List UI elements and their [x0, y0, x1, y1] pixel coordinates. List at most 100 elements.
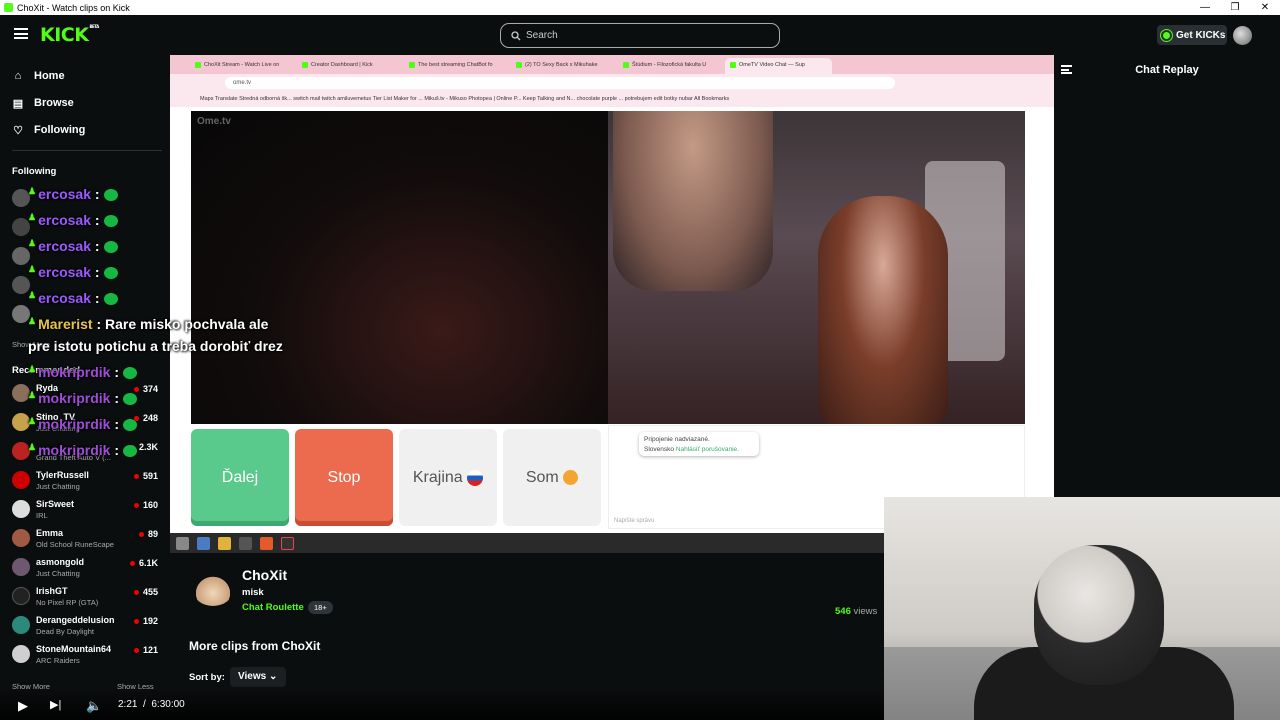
overlay-chat-line: ♟ ercosak :: [28, 238, 118, 254]
menu-icon[interactable]: [14, 28, 28, 39]
overlay-chat-user: ercosak: [38, 264, 92, 280]
sort-value: Views: [238, 671, 267, 682]
get-kicks-label: Get KICKs: [1176, 29, 1226, 41]
overlay-chat-line: ♟ ercosak :: [28, 186, 118, 202]
nav-browse[interactable]: ▤ Browse: [12, 93, 74, 113]
browser-tab-active: OmeTV Video Chat — Sup: [725, 58, 832, 74]
kicks-coin-icon: [1161, 29, 1172, 41]
chat-badge-icon: ♟: [28, 186, 37, 196]
avatar: [12, 471, 30, 489]
overlay-chat-message: :: [94, 238, 100, 254]
browser-tab: ChoXit Stream - Watch Live on: [190, 58, 297, 74]
window-controls: — ❐ ✕: [1190, 0, 1280, 15]
avatar: [12, 616, 30, 634]
overlay-chat-line: ♟ mokriprdik :: [28, 416, 137, 432]
recommended-item[interactable]: StoneMountain64 ARC Raiders 121: [12, 642, 162, 669]
camera-person-standing: [613, 111, 773, 291]
maximize-button[interactable]: ❐: [1220, 0, 1250, 15]
clip-views: 546 views: [835, 606, 877, 617]
ometv-next-button: Ďalej: [191, 429, 289, 526]
ometv-logo: Ome.tv: [197, 116, 231, 127]
channel-category: Just Chatting: [36, 482, 80, 491]
viewer-count: 591: [133, 471, 158, 481]
viewer-count: 160: [133, 500, 158, 510]
chevron-down-icon: ⌄: [268, 671, 278, 682]
live-dot-icon: [138, 532, 144, 538]
channel-name: TylerRussell: [36, 470, 89, 480]
search-placeholder: Search: [526, 30, 558, 41]
recommended-item[interactable]: Emma Old School RuneScape 89: [12, 526, 162, 553]
next-icon[interactable]: ▶|: [50, 698, 61, 711]
channel-category: Old School RuneScape: [36, 540, 114, 549]
search-icon: [511, 30, 521, 40]
viewer-count: 192: [133, 616, 158, 626]
recommended-item[interactable]: asmongold Just Chatting 6.1K: [12, 555, 162, 582]
more-clips-header: More clips from ChoXit: [189, 639, 321, 653]
recommended-item[interactable]: IrishGT No Pixel RP (GTA) 455: [12, 584, 162, 611]
volume-icon[interactable]: 🔈: [86, 698, 102, 714]
kick-logo[interactable]: KICKBETA: [40, 24, 99, 46]
channel-avatar[interactable]: [193, 574, 233, 606]
emote-icon: [103, 215, 118, 228]
search-input[interactable]: Search: [500, 23, 780, 48]
channel-name: SirSweet: [36, 499, 75, 509]
avatar: [12, 587, 30, 605]
live-dot-icon: [133, 619, 139, 625]
views-label: views: [853, 606, 878, 617]
overlay-chat-line: ♟ mokriprdik :: [28, 364, 137, 380]
get-kicks-button[interactable]: Get KICKs: [1157, 25, 1227, 45]
overlay-chat-user: ercosak: [38, 186, 92, 202]
channel-category: Dead By Daylight: [36, 627, 94, 636]
viewer-count: 374: [133, 384, 158, 394]
sort-dropdown[interactable]: Views ⌄: [230, 667, 286, 687]
recommended-item[interactable]: SirSweet IRL 160: [12, 497, 162, 524]
slovakia-flag-icon: [467, 469, 484, 486]
overlay-chat-message: pre istotu potichu a treba dorobiť drez: [28, 338, 283, 354]
chat-badge-icon: ♟: [28, 416, 37, 426]
live-dot-icon: [133, 590, 139, 596]
avatar: [12, 529, 30, 547]
window-titlebar: ChoXit - Watch clips on Kick — ❐ ✕: [0, 0, 1280, 15]
webcam-person-head: [1034, 545, 1164, 685]
player-controls: ▶ ▶| 🔈 2:21 / 6:30:00: [0, 690, 884, 720]
woman-emoji-icon: [563, 470, 579, 485]
ometv-country-label: Krajina: [412, 468, 463, 486]
overlay-chat-user: mokriprdik: [38, 364, 111, 380]
clip-category-link[interactable]: Chat Roulette: [242, 602, 304, 613]
overlay-chat-user: ercosak: [38, 290, 92, 306]
nav-following[interactable]: ♡ Following: [12, 120, 85, 140]
live-dot-icon: [133, 503, 139, 509]
chat-badge-icon: ♟: [28, 212, 37, 222]
play-icon[interactable]: ▶: [18, 698, 28, 714]
video-player[interactable]: ChoXit Stream - Watch Live on Creator Da…: [170, 55, 1054, 535]
ometv-country-button: Krajina: [399, 429, 497, 526]
time-separator: /: [143, 699, 146, 710]
chat-replay-panel: Chat Replay: [1054, 55, 1280, 497]
views-count: 546: [835, 606, 851, 617]
viewer-count: 89: [138, 529, 158, 539]
age-restriction-badge: 18+: [308, 601, 333, 614]
recommended-item[interactable]: Derangeddelusion Dead By Daylight 192: [12, 613, 162, 640]
overlay-chat-user: ercosak: [38, 212, 92, 228]
player-timecode: 2:21 / 6:30:00: [118, 699, 185, 710]
stream-browser-url: ome.tv: [225, 77, 895, 89]
ometv-stop-button: Stop: [295, 429, 393, 526]
viewer-count: 121: [133, 645, 158, 655]
close-window-button[interactable]: ✕: [1250, 0, 1280, 15]
user-avatar[interactable]: [1233, 26, 1252, 45]
nav-home[interactable]: ⌂ Home: [12, 66, 65, 86]
minimize-button[interactable]: —: [1190, 0, 1220, 15]
live-dot-icon: [133, 474, 139, 480]
channel-name: IrishGT: [36, 586, 68, 596]
window-title: ChoXit - Watch clips on Kick: [17, 2, 130, 13]
channel-name: asmongold: [36, 557, 85, 567]
overlay-chat-line: ♟ mokriprdik :: [28, 390, 137, 406]
overlay-chat-message: :: [94, 212, 100, 228]
stream-browser-tabs: ChoXit Stream - Watch Live on Creator Da…: [170, 55, 1054, 74]
recommended-item[interactable]: TylerRussell Just Chatting 591: [12, 468, 162, 495]
emote-icon: [123, 367, 137, 380]
ometv-report-link: Nahlásiť porušovanie.: [675, 446, 739, 453]
windows-start-icon: [176, 536, 189, 550]
folder-icon: [218, 536, 231, 550]
channel-name-title[interactable]: ChoXit: [242, 567, 287, 583]
